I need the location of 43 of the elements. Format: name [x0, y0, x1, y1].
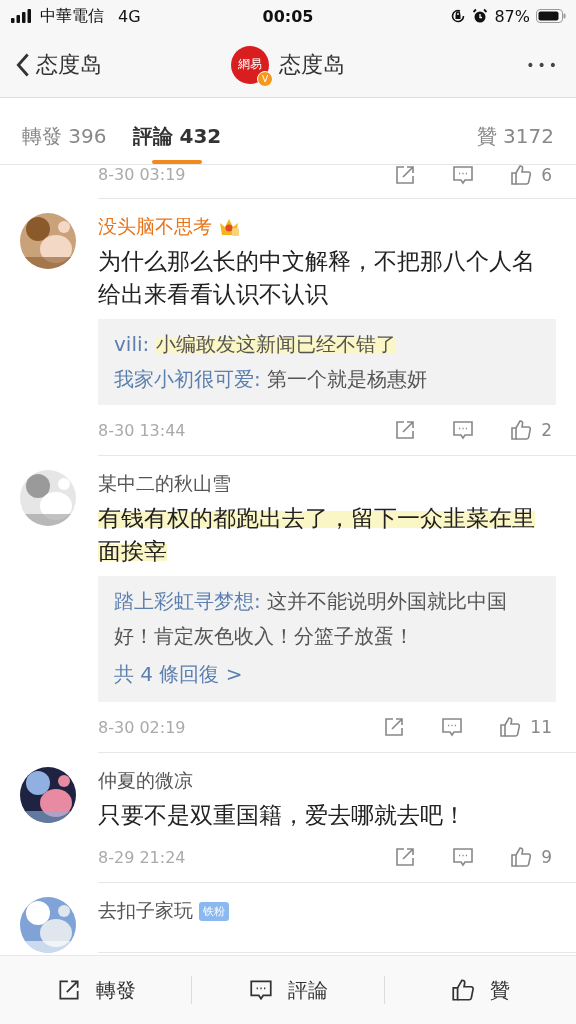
- comment-text: 只要不是双重国籍，爱去哪就去吧！: [98, 801, 467, 830]
- more-button[interactable]: •••: [526, 56, 560, 73]
- verified-badge: V: [257, 70, 273, 87]
- action-button[interactable]: 評論: [192, 975, 384, 1005]
- fan-badge: 铁粉: [199, 901, 229, 921]
- carrier-name: 中華電信: [40, 5, 104, 27]
- more-replies-link[interactable]: 共 4 條回復 >: [114, 654, 243, 694]
- comment-time: 8-29 21:24: [98, 847, 186, 867]
- comment-time: 8-30 13:44: [98, 420, 186, 440]
- comment-time: 8-30 03:19: [98, 165, 186, 184]
- action-button[interactable]: 贊: [384, 975, 576, 1005]
- comment-text: 有钱有权的都跑出去了，留下一众韭菜在里面挨宰: [98, 504, 536, 566]
- tab[interactable]: 轉發 396: [22, 111, 107, 164]
- thumbs-up-icon[interactable]: [509, 418, 534, 442]
- signal-icon: [10, 9, 34, 23]
- reply-text: 踏上彩虹寻梦想: 这并不能说明外国就比中国好！肯定灰色收入！分篮子放蛋！: [114, 588, 509, 650]
- tab[interactable]: 評論 432: [132, 111, 222, 164]
- thumbs-up-icon[interactable]: [498, 715, 523, 739]
- reply-text: 我家小初很可爱: 第一个就是杨惠妍: [114, 366, 429, 393]
- like-count: 9: [541, 847, 552, 867]
- status-time: 00:05: [262, 6, 314, 26]
- like-count: 2: [541, 420, 552, 440]
- page-title: 态度岛: [279, 50, 345, 79]
- user-name[interactable]: 去扣子家玩: [98, 898, 193, 924]
- like-count: 11: [530, 717, 552, 737]
- network-type: 4G: [118, 6, 141, 26]
- back-icon[interactable]: [16, 51, 30, 78]
- like-count: 6: [541, 165, 552, 185]
- thumbs-up-icon[interactable]: [450, 977, 477, 1003]
- battery-icon: [536, 9, 566, 23]
- comment-time: 8-30 02:19: [98, 717, 186, 737]
- back-button[interactable]: 态度岛: [16, 49, 102, 80]
- action-button[interactable]: 轉發: [0, 975, 192, 1005]
- comment-text: 为什么那么长的中文解释，不把那八个人名给出来看看认识不认识: [98, 247, 536, 309]
- rotation-lock-icon: [450, 8, 467, 24]
- battery-percent: 87%: [494, 6, 530, 26]
- thumbs-up-icon[interactable]: [509, 165, 534, 187]
- crown-icon: [218, 217, 240, 237]
- tab[interactable]: 贊 3172: [476, 111, 554, 164]
- alarm-icon: [472, 8, 489, 24]
- user-name[interactable]: 某中二的秋山雪: [98, 471, 231, 497]
- user-name[interactable]: 仲夏的微凉: [98, 768, 193, 794]
- thumbs-up-icon[interactable]: [509, 845, 534, 869]
